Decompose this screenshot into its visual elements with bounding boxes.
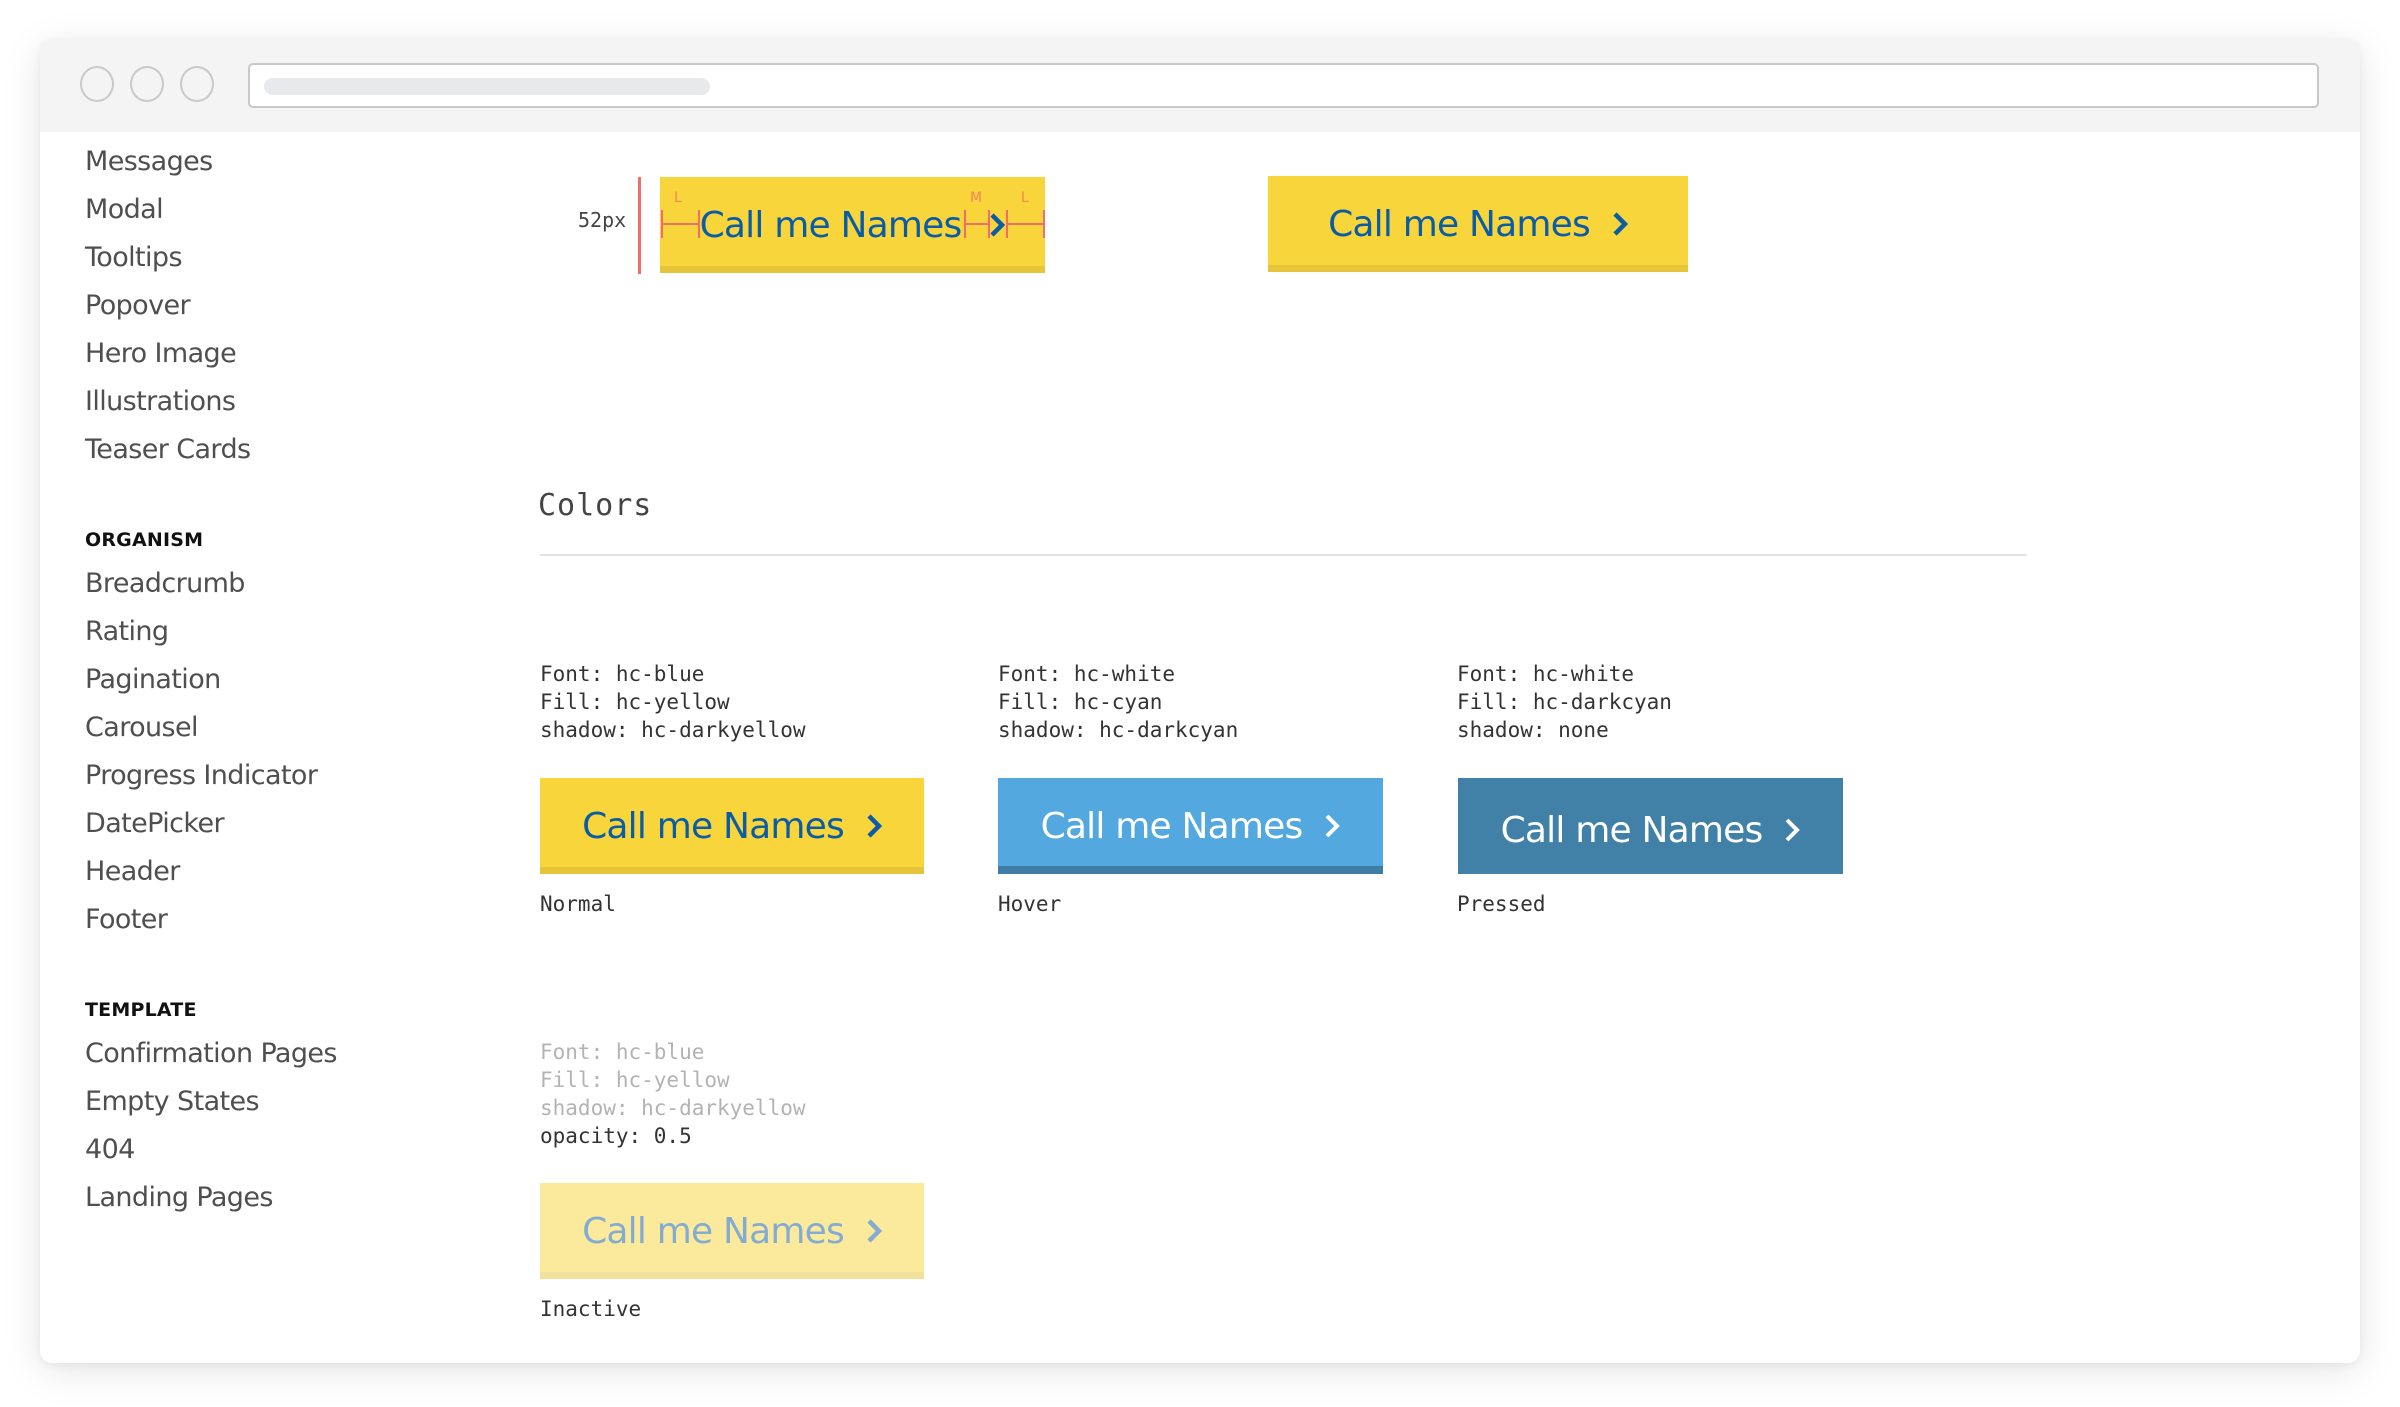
sidebar-item-pagination[interactable]: Pagination — [85, 664, 221, 695]
section-title-colors: Colors — [538, 488, 653, 523]
address-bar[interactable] — [248, 63, 2319, 108]
sidebar-item-illustrations[interactable]: Illustrations — [85, 386, 236, 417]
cta-button-inactive: Call me Names — [540, 1183, 924, 1279]
window-maximize-button[interactable] — [180, 66, 214, 102]
browser-titlebar — [40, 40, 2360, 132]
cta-button-hover[interactable]: Call me Names — [998, 778, 1383, 874]
spec-opacity: opacity: 0.5 — [540, 1124, 692, 1148]
height-measure-label: 52px — [578, 208, 627, 232]
chevron-right-icon — [989, 212, 1006, 238]
sidebar-item-tooltips[interactable]: Tooltips — [85, 242, 183, 273]
spec-normal: Font: hc-blue Fill: hc-yellow shadow: hc-d… — [540, 662, 806, 742]
sidebar-item-progress-indicator[interactable]: Progress Indicator — [85, 760, 318, 791]
spec-inactive: Font: hc-blue Fill: hc-yellow shadow: hc-d… — [540, 1040, 806, 1148]
sidebar-item-confirmation-pages[interactable]: Confirmation Pages — [85, 1038, 338, 1069]
state-label-pressed: Pressed — [1457, 892, 1546, 916]
state-label-hover: Hover — [998, 892, 1062, 916]
sidebar-heading-template: TEMPLATE — [85, 999, 197, 1021]
button-label: Call me Names — [582, 1210, 845, 1252]
cta-button-normal[interactable]: Call me Names — [540, 778, 924, 874]
button-label: Call me Names — [1500, 809, 1764, 851]
reference-cta-button[interactable]: Call me Names — [1268, 176, 1688, 272]
sidebar-item-modal[interactable]: Modal — [85, 194, 164, 225]
chevron-right-icon — [1612, 211, 1628, 237]
chevron-right-icon — [1784, 817, 1801, 843]
sidebar-item-404[interactable]: 404 — [85, 1134, 135, 1165]
sidebar-item-datepicker[interactable]: DatePicker — [85, 808, 225, 839]
button-label: Call me Names — [582, 805, 845, 847]
address-bar-placeholder — [264, 78, 710, 95]
chevron-right-icon — [866, 1218, 882, 1244]
sidebar-item-breadcrumb[interactable]: Breadcrumb — [85, 568, 245, 599]
sidebar-item-carousel[interactable]: Carousel — [85, 712, 199, 743]
sidebar-item-footer[interactable]: Footer — [85, 904, 168, 935]
sidebar-item-hero-image[interactable]: Hero Image — [85, 338, 237, 369]
state-label-normal: Normal — [540, 892, 616, 916]
chevron-right-icon — [866, 813, 882, 839]
sidebar-item-teaser-cards[interactable]: Teaser Cards — [85, 434, 251, 465]
section-divider — [540, 554, 2027, 556]
window-close-button[interactable] — [80, 66, 114, 102]
cta-button-pressed[interactable]: Call me Names — [1458, 778, 1843, 874]
sidebar-item-messages[interactable]: Messages — [85, 146, 213, 177]
sidebar-item-landing-pages[interactable]: Landing Pages — [85, 1182, 273, 1213]
sidebar-item-popover[interactable]: Popover — [85, 290, 191, 321]
state-label-inactive: Inactive — [540, 1297, 642, 1321]
height-measure-line — [638, 177, 641, 274]
sidebar-item-header[interactable]: Header — [85, 856, 180, 887]
spec-pressed: Font: hc-white Fill: hc-darkcyan shadow: n… — [1457, 662, 1672, 742]
button-label: Call me Names — [1040, 805, 1304, 847]
button-label: Call me Names — [699, 204, 963, 246]
button-label: Call me Names — [1328, 203, 1591, 245]
window-minimize-button[interactable] — [130, 66, 164, 102]
sidebar-heading-organism: ORGANISM — [85, 529, 204, 551]
chevron-right-icon — [1324, 813, 1341, 839]
sidebar-item-rating[interactable]: Rating — [85, 616, 169, 647]
spec-hover: Font: hc-white Fill: hc-cyan shadow: hc-da… — [998, 662, 1239, 742]
sidebar-item-empty-states[interactable]: Empty States — [85, 1086, 260, 1117]
